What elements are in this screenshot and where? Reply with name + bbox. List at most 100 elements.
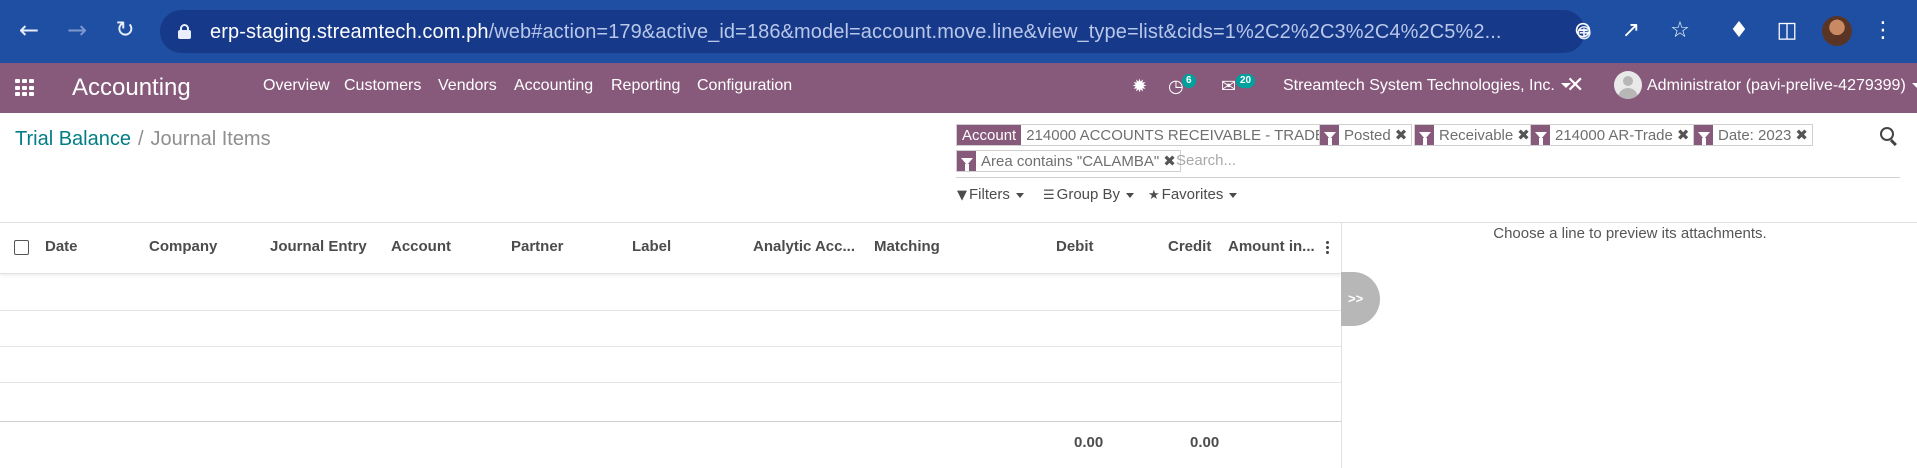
breadcrumb-trial-balance[interactable]: Trial Balance	[15, 128, 131, 150]
empty-table-row	[0, 347, 1341, 383]
chevron-down-icon	[1126, 192, 1135, 198]
filter-icon: ▼	[957, 188, 967, 203]
table-header: Date Company Journal Entry Account Partn…	[0, 223, 1341, 274]
chevron-down-icon	[1229, 192, 1238, 198]
browser-menu-icon[interactable]: ⋮	[1870, 18, 1896, 44]
groupby-label: Group By	[1056, 186, 1121, 203]
empty-table-row	[0, 311, 1341, 347]
message-count-badge: 20	[1236, 74, 1256, 88]
menu-configuration[interactable]: Configuration	[697, 77, 792, 95]
url-text[interactable]: erp-staging.streamtech.com.ph/web#action…	[210, 21, 1502, 44]
column-journal-entry[interactable]: Journal Entry	[270, 238, 367, 255]
filters-label: Filters	[969, 186, 1010, 203]
filter-funnel-icon	[957, 151, 976, 171]
back-icon[interactable]: ←	[14, 15, 44, 45]
menu-customers[interactable]: Customers	[344, 77, 421, 95]
menu-accounting[interactable]: Accounting	[514, 77, 593, 95]
favorites-label: Favorites	[1161, 186, 1224, 203]
close-icon[interactable]: ✕	[1566, 73, 1584, 98]
extensions-puzzle-icon[interactable]: ♦	[1726, 18, 1752, 44]
share-icon[interactable]: ↗	[1618, 18, 1644, 44]
company-switcher[interactable]: Streamtech System Technologies, Inc.	[1283, 77, 1571, 95]
activity-count-badge: 6	[1182, 74, 1196, 88]
facet-receivable: Receivable ✖	[1414, 124, 1535, 146]
column-credit[interactable]: Credit	[1168, 238, 1211, 255]
search-bar: Account 214000 ACCOUNTS RECEIVABLE - TRA…	[956, 124, 1900, 178]
breadcrumb: Trial Balance / Journal Items	[15, 128, 271, 151]
journal-items-list: Date Company Journal Entry Account Partn…	[0, 223, 1341, 468]
user-menu[interactable]: Administrator (pavi-prelive-4279399)	[1647, 77, 1917, 95]
star-icon: ★	[1148, 188, 1160, 203]
breadcrumb-journal-items: Journal Items	[150, 128, 271, 150]
column-debit[interactable]: Debit	[1056, 238, 1094, 255]
address-bar[interactable]: erp-staging.streamtech.com.ph/web#action…	[160, 10, 1592, 53]
company-name: Streamtech System Technologies, Inc.	[1283, 77, 1555, 94]
filter-funnel-icon	[1694, 125, 1713, 145]
facet-date: Date: 2023 ✖	[1693, 124, 1813, 146]
user-name: Administrator (pavi-prelive-4279399)	[1647, 77, 1906, 94]
list-icon: ☰	[1043, 188, 1055, 203]
debug-bug-icon[interactable]: ✹	[1132, 76, 1147, 97]
forward-icon[interactable]: →	[62, 15, 92, 45]
favorites-dropdown[interactable]: ★ Favorites	[1148, 186, 1238, 203]
facet-value: Posted	[1344, 126, 1391, 144]
groupby-dropdown[interactable]: ☰ Group By	[1043, 186, 1135, 203]
column-matching[interactable]: Matching	[874, 238, 940, 255]
profile-avatar[interactable]	[1822, 16, 1852, 46]
column-analytic-account[interactable]: Analytic Acc...	[753, 238, 855, 255]
filter-funnel-icon	[1531, 125, 1550, 145]
app-name[interactable]: Accounting	[72, 74, 191, 102]
column-amount-in-currency[interactable]: Amount in...	[1228, 238, 1315, 255]
facet-title: Account	[957, 125, 1022, 145]
filters-dropdown[interactable]: ▼ Filters	[957, 186, 1024, 203]
remove-facet-icon[interactable]: ✖	[1395, 125, 1412, 145]
facet-value: Area contains "CALAMBA"	[981, 152, 1160, 170]
zoom-out-icon[interactable]: ⊖	[1570, 18, 1596, 44]
facet-value: 214000 ACCOUNTS RECEIVABLE - TRADE	[1026, 126, 1325, 144]
menu-reporting[interactable]: Reporting	[611, 77, 680, 95]
filter-funnel-icon	[1320, 125, 1339, 145]
chevron-down-icon	[1911, 83, 1917, 89]
facet-value: Receivable	[1439, 126, 1514, 144]
total-debit: 0.00	[1074, 434, 1104, 451]
table-footer: 0.00 0.00	[0, 421, 1341, 468]
attachment-preview-panel: Choose a line to preview its attachments…	[1341, 223, 1917, 468]
menu-vendors[interactable]: Vendors	[438, 77, 497, 95]
apps-grid-icon[interactable]	[15, 79, 35, 97]
facet-account: Account 214000 ACCOUNTS RECEIVABLE - TRA…	[956, 124, 1347, 146]
user-avatar[interactable]	[1614, 71, 1642, 99]
bookmark-star-icon[interactable]: ☆	[1667, 18, 1693, 44]
url-host: erp-staging.streamtech.com.ph	[210, 21, 489, 43]
facet-area: Area contains "CALAMBA" ✖	[956, 150, 1181, 172]
search-input[interactable]	[1176, 150, 1776, 170]
facet-posted: Posted ✖	[1319, 124, 1413, 146]
chevron-down-icon	[1015, 192, 1024, 198]
browser-toolbar: ← → ↻ erp-staging.streamtech.com.ph/web#…	[0, 0, 1917, 63]
total-credit: 0.00	[1190, 434, 1220, 451]
messages-chat-icon[interactable]: ✉	[1221, 76, 1236, 97]
empty-table-row	[0, 275, 1341, 311]
menu-overview[interactable]: Overview	[263, 77, 330, 95]
remove-facet-icon[interactable]: ✖	[1677, 125, 1694, 145]
side-panel-icon[interactable]: ◫	[1774, 18, 1800, 44]
url-path: /web#action=179&active_id=186&model=acco…	[488, 21, 1502, 43]
preview-placeholder-text: Choose a line to preview its attachments…	[1493, 225, 1767, 242]
breadcrumb-separator: /	[137, 128, 144, 150]
select-all-checkbox[interactable]	[14, 240, 29, 255]
odoo-navbar: Accounting Overview Customers Vendors Ac…	[0, 63, 1917, 113]
column-label[interactable]: Label	[632, 238, 671, 255]
reload-icon[interactable]: ↻	[110, 15, 140, 45]
column-account[interactable]: Account	[391, 238, 451, 255]
lock-icon[interactable]	[178, 24, 191, 39]
facet-value: Date: 2023	[1718, 126, 1792, 144]
column-company[interactable]: Company	[149, 238, 217, 255]
facet-value: 214000 AR-Trade	[1555, 126, 1673, 144]
remove-facet-icon[interactable]: ✖	[1795, 125, 1812, 145]
empty-table-row	[0, 383, 1341, 419]
search-icon[interactable]	[1880, 127, 1900, 147]
optional-columns-icon[interactable]	[1326, 241, 1330, 257]
column-date[interactable]: Date	[45, 238, 78, 255]
filter-funnel-icon	[1415, 125, 1434, 145]
facet-ar-trade: 214000 AR-Trade ✖	[1530, 124, 1695, 146]
column-partner[interactable]: Partner	[511, 238, 564, 255]
